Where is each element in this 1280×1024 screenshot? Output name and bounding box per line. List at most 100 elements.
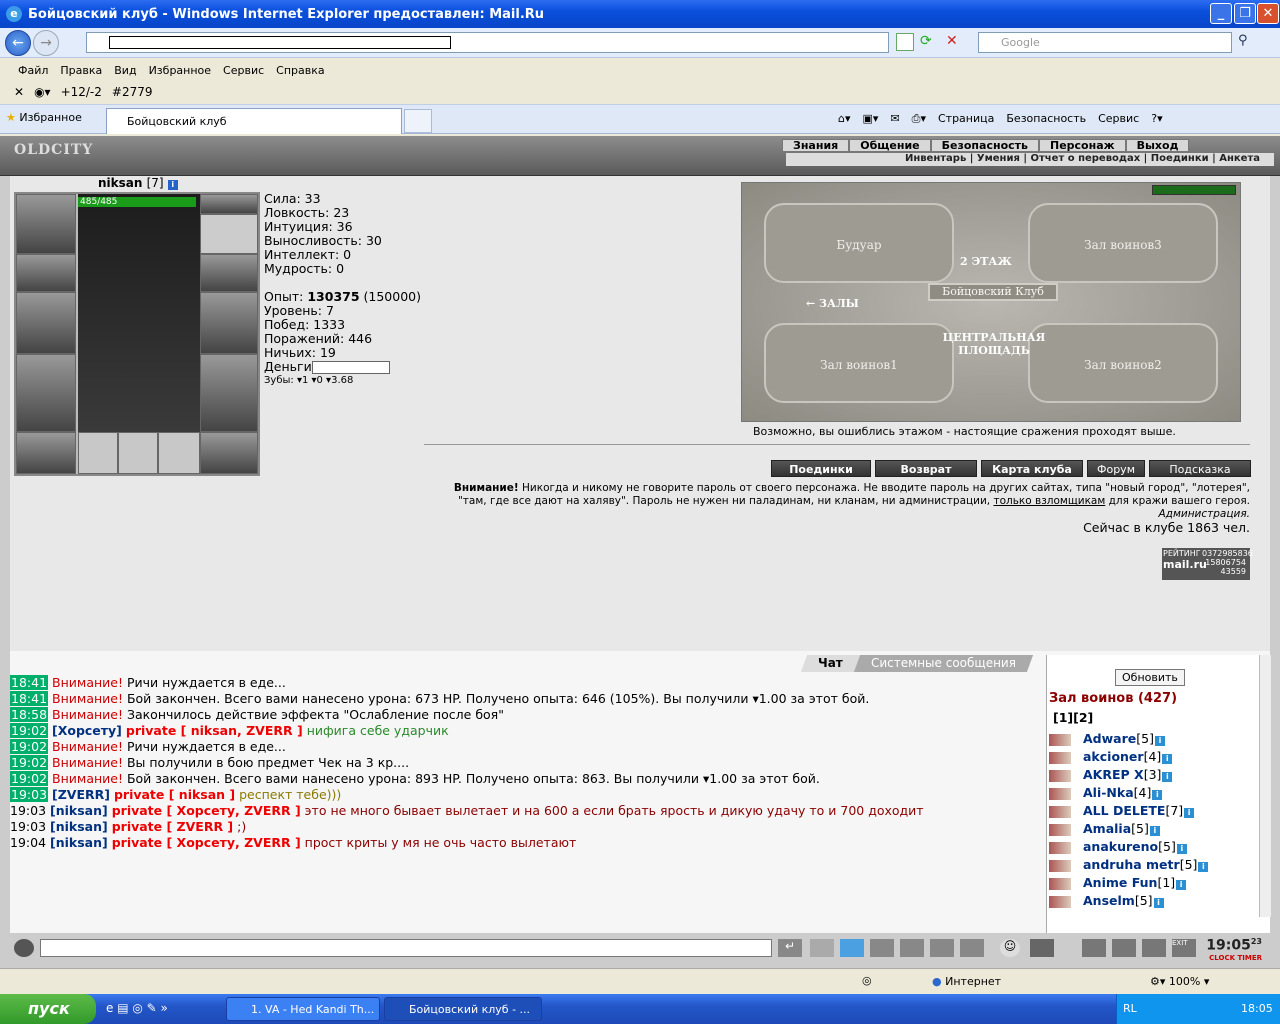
weapon-slot[interactable]: [16, 292, 76, 354]
rune-slot[interactable]: [158, 432, 200, 474]
chat-timestamp[interactable]: 19:02: [10, 723, 49, 738]
fight-club-center[interactable]: Бойцовский Клуб: [928, 283, 1058, 301]
private-message-icon[interactable]: [1049, 877, 1071, 890]
filter-icon[interactable]: [840, 939, 864, 957]
menu-tools[interactable]: Сервис: [223, 64, 264, 77]
nav-exit[interactable]: Выход: [1125, 139, 1190, 152]
user-name[interactable]: ALL DELETE: [1083, 803, 1165, 818]
chat-nick[interactable]: [niksan]: [50, 803, 108, 818]
info-icon[interactable]: i: [1162, 754, 1173, 764]
chat-timestamp[interactable]: 19:02: [10, 771, 49, 786]
menu-view[interactable]: Вид: [114, 64, 136, 77]
club-map-button[interactable]: Карта клуба: [981, 460, 1083, 477]
private-message-icon[interactable]: [1049, 751, 1071, 764]
forum-button[interactable]: Форум: [1087, 460, 1145, 477]
info-icon[interactable]: i: [1176, 880, 1187, 890]
character-name[interactable]: niksan [7] i: [98, 176, 178, 190]
address-bar[interactable]: [86, 32, 889, 53]
user-name[interactable]: Adware: [1083, 731, 1136, 746]
room-warriors-3[interactable]: Зал воинов3: [1028, 203, 1218, 283]
rings-slot[interactable]: [200, 214, 258, 254]
mailru-counter[interactable]: РЕЙТИНГ mail.ru 0372985836 15806754 43559: [1162, 548, 1253, 580]
shield-slot[interactable]: [200, 292, 258, 354]
tab-system-messages[interactable]: Системные сообщения: [853, 655, 1033, 672]
bag-icon[interactable]: [1082, 939, 1106, 957]
chat-timestamp[interactable]: 19:04: [10, 835, 46, 850]
private-message-icon[interactable]: [1049, 769, 1071, 782]
counter-value[interactable]: #2779: [112, 85, 153, 99]
room-boudoir[interactable]: Будуар: [764, 203, 954, 283]
warning-link[interactable]: только взломщикам: [993, 495, 1105, 507]
zoom-control[interactable]: ⚙▾ 100% ▾: [1150, 975, 1209, 988]
menu-favorites[interactable]: Избранное: [149, 64, 211, 77]
nav-knowledge[interactable]: Знания: [782, 139, 850, 152]
smiley-menu-icon[interactable]: [14, 939, 34, 957]
user-entry[interactable]: anakureno[5] i: [1049, 839, 1187, 854]
helmet-slot[interactable]: [16, 194, 76, 254]
nav-character[interactable]: Персонаж: [1039, 139, 1126, 152]
user-pages[interactable]: [1][2]: [1053, 710, 1093, 725]
user-name[interactable]: akcioner: [1083, 749, 1144, 764]
home-icon[interactable]: ⌂▾: [838, 112, 851, 126]
chat-timestamp[interactable]: 19:03: [10, 819, 46, 834]
character-avatar[interactable]: 485/485: [78, 194, 200, 432]
favorites-button[interactable]: ★ Избранное: [6, 111, 82, 124]
user-scrollbar[interactable]: [1259, 655, 1271, 917]
menu-file[interactable]: Файл: [18, 64, 48, 77]
new-tab-button[interactable]: [404, 109, 432, 133]
user-entry[interactable]: Anselm[5] i: [1049, 893, 1164, 908]
private-message-icon[interactable]: [1049, 895, 1071, 908]
rating-icon[interactable]: ◉▾: [34, 85, 51, 99]
rune-slot[interactable]: [78, 432, 118, 474]
refresh-icon[interactable]: ⟳: [920, 33, 938, 51]
chat-timestamp[interactable]: 19:02: [10, 739, 49, 754]
return-button[interactable]: Возврат: [875, 460, 977, 477]
menu-edit[interactable]: Правка: [60, 64, 102, 77]
central-plaza-link[interactable]: ЦЕНТРАЛЬНАЯ ПЛОЩАДЬ: [938, 331, 1050, 357]
hint-button[interactable]: Подсказка: [1149, 460, 1251, 477]
chat-nick[interactable]: [ZVERR]: [52, 787, 110, 802]
compat-icon[interactable]: [896, 33, 914, 51]
info-icon[interactable]: i: [1152, 790, 1163, 800]
halls-link[interactable]: ← ЗАЛЫ: [806, 297, 859, 310]
user-name[interactable]: Anselm: [1083, 893, 1135, 908]
room-warriors-1[interactable]: Зал воинов1: [764, 323, 954, 403]
tab-fight-club[interactable]: Бойцовский клуб: [106, 108, 402, 134]
exit-icon[interactable]: EXIT: [1172, 939, 1196, 957]
nav-communication[interactable]: Общение: [849, 139, 931, 152]
stop-icon[interactable]: ✕: [946, 33, 964, 51]
chat-private[interactable]: private [ Хорсету, ZVERR ]: [112, 835, 301, 850]
back-button[interactable]: ←: [5, 30, 31, 56]
user-entry[interactable]: Amalia[5] i: [1049, 821, 1160, 836]
info-icon[interactable]: i: [1176, 844, 1187, 854]
private-message-icon[interactable]: [1049, 733, 1071, 746]
sound-icon[interactable]: [960, 939, 984, 957]
translit-icon[interactable]: [930, 939, 954, 957]
armor-slot[interactable]: [16, 354, 76, 432]
clear-icon[interactable]: [810, 939, 834, 957]
user-entry[interactable]: Adware[5] i: [1049, 731, 1165, 746]
chat-timestamp[interactable]: 19:03: [10, 803, 46, 818]
user-name[interactable]: anakureno: [1083, 839, 1158, 854]
search-input[interactable]: Google: [978, 32, 1232, 53]
user-entry[interactable]: andruha metr[5] i: [1049, 857, 1209, 872]
tab-chat[interactable]: Чат: [800, 655, 860, 672]
privacy-icon[interactable]: ◎: [862, 974, 872, 987]
info-icon[interactable]: i: [167, 180, 178, 190]
print-icon[interactable]: ⎙▾: [912, 112, 926, 126]
lock-icon[interactable]: [1142, 939, 1166, 957]
chat-nick[interactable]: [Хорсету]: [52, 723, 122, 738]
bank-icon[interactable]: [1112, 939, 1136, 957]
pants-slot[interactable]: [200, 354, 258, 432]
minimize-button[interactable]: _: [1210, 3, 1232, 24]
private-message-icon[interactable]: [1049, 805, 1071, 818]
chat-input[interactable]: [40, 939, 772, 957]
boots-slot[interactable]: [200, 432, 258, 474]
tray-clock[interactable]: 18:05: [1241, 1002, 1273, 1015]
gloves-slot[interactable]: [200, 254, 258, 292]
earrings-slot[interactable]: [200, 194, 258, 214]
user-entry[interactable]: Ali-Nka[4] i: [1049, 785, 1163, 800]
language-indicator[interactable]: RL: [1123, 1002, 1137, 1015]
feeds-icon[interactable]: ▣▾: [863, 112, 879, 126]
private-message-icon[interactable]: [1049, 787, 1071, 800]
